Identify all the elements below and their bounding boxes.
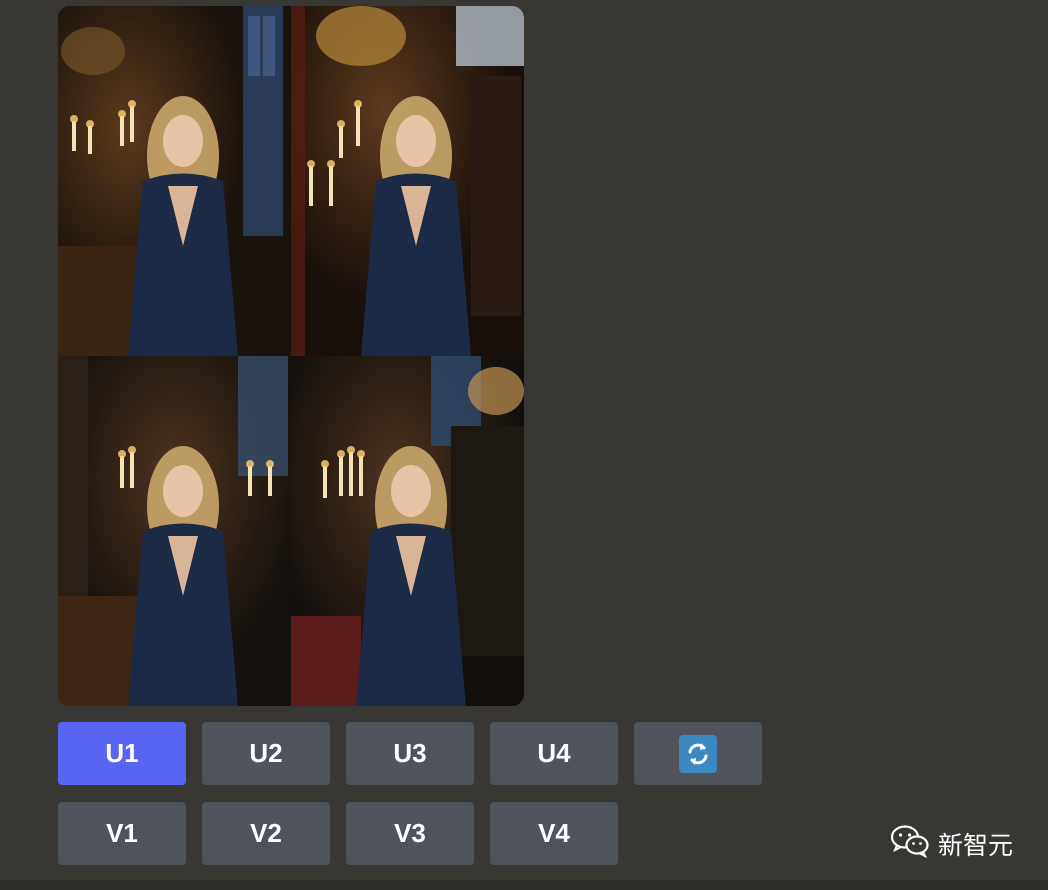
u3-button[interactable]: U3: [346, 722, 474, 785]
v3-button[interactable]: V3: [346, 802, 474, 865]
watermark-text: 新智元: [938, 831, 1014, 860]
image-tile-2[interactable]: [291, 6, 524, 356]
image-tile-3[interactable]: [58, 356, 291, 706]
v1-button[interactable]: V1: [58, 802, 186, 865]
refresh-icon: [679, 734, 717, 773]
wechat-icon: [890, 824, 930, 864]
portrait-image: [291, 356, 524, 706]
portrait-image: [58, 356, 291, 706]
image-tile-1[interactable]: [58, 6, 291, 356]
v2-button[interactable]: V2: [202, 802, 330, 865]
image-grid[interactable]: [58, 6, 524, 706]
reroll-button[interactable]: [634, 722, 762, 785]
v4-button[interactable]: V4: [490, 802, 618, 865]
u1-button[interactable]: U1: [58, 722, 186, 785]
portrait-image: [291, 6, 524, 356]
u2-button[interactable]: U2: [202, 722, 330, 785]
image-tile-4[interactable]: [291, 356, 524, 706]
u4-button[interactable]: U4: [490, 722, 618, 785]
bottom-strip: [0, 880, 1048, 890]
watermark: 新智元: [890, 824, 1013, 864]
portrait-image: [58, 6, 291, 356]
